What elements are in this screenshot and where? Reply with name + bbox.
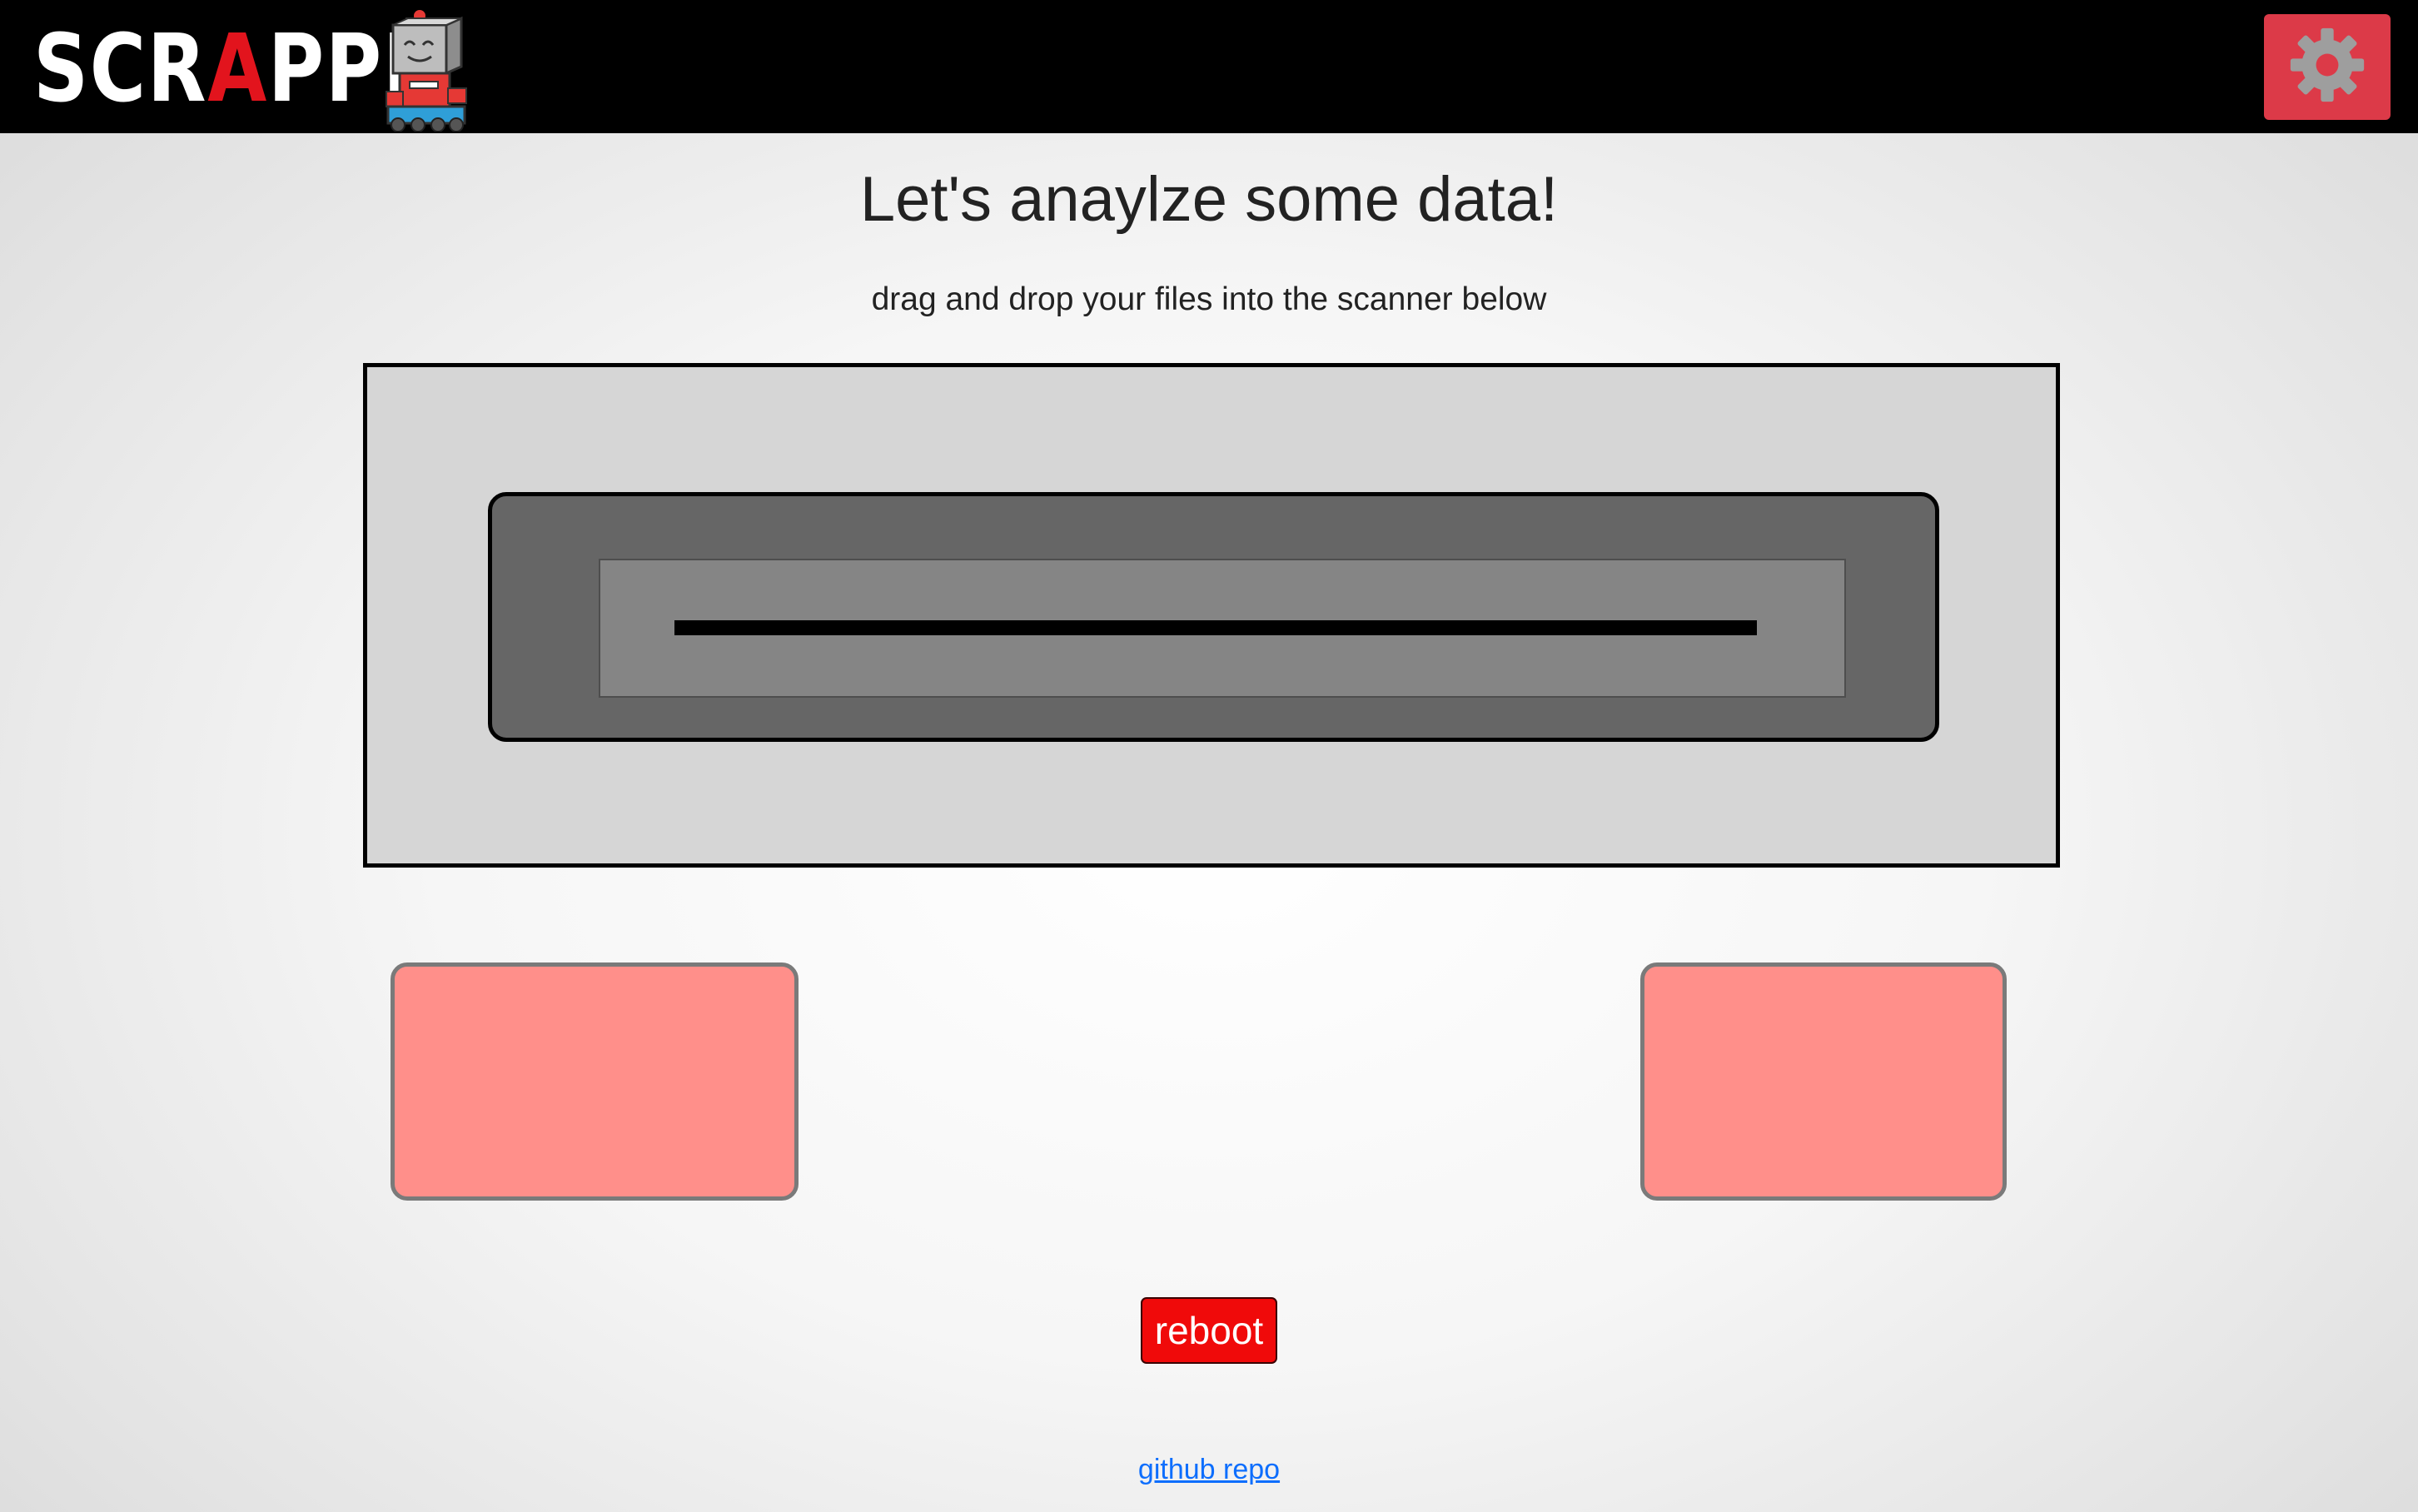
left-card-panel <box>391 962 799 1201</box>
logo-wordmark: SCRAPPI <box>33 15 413 123</box>
scanner-slot-housing <box>488 492 1939 742</box>
robot-mascot-icon <box>381 8 475 136</box>
top-bar: SCRAPPI <box>0 0 2418 133</box>
page-title: Let's anaylze some data! <box>859 164 1559 235</box>
github-repo-link[interactable]: github repo <box>1138 1454 1280 1485</box>
right-card-panel <box>1640 962 2007 1201</box>
scanner-slot-line <box>674 620 1757 635</box>
scanner-dropzone[interactable] <box>363 363 2060 868</box>
scanner-slot <box>599 559 1846 698</box>
reboot-button[interactable]: reboot <box>1141 1297 1277 1364</box>
footer: github repo <box>0 1454 2418 1486</box>
page-subtitle: drag and drop your files into the scanne… <box>871 281 1547 317</box>
settings-button[interactable] <box>2264 14 2391 120</box>
gear-icon <box>2287 25 2367 109</box>
